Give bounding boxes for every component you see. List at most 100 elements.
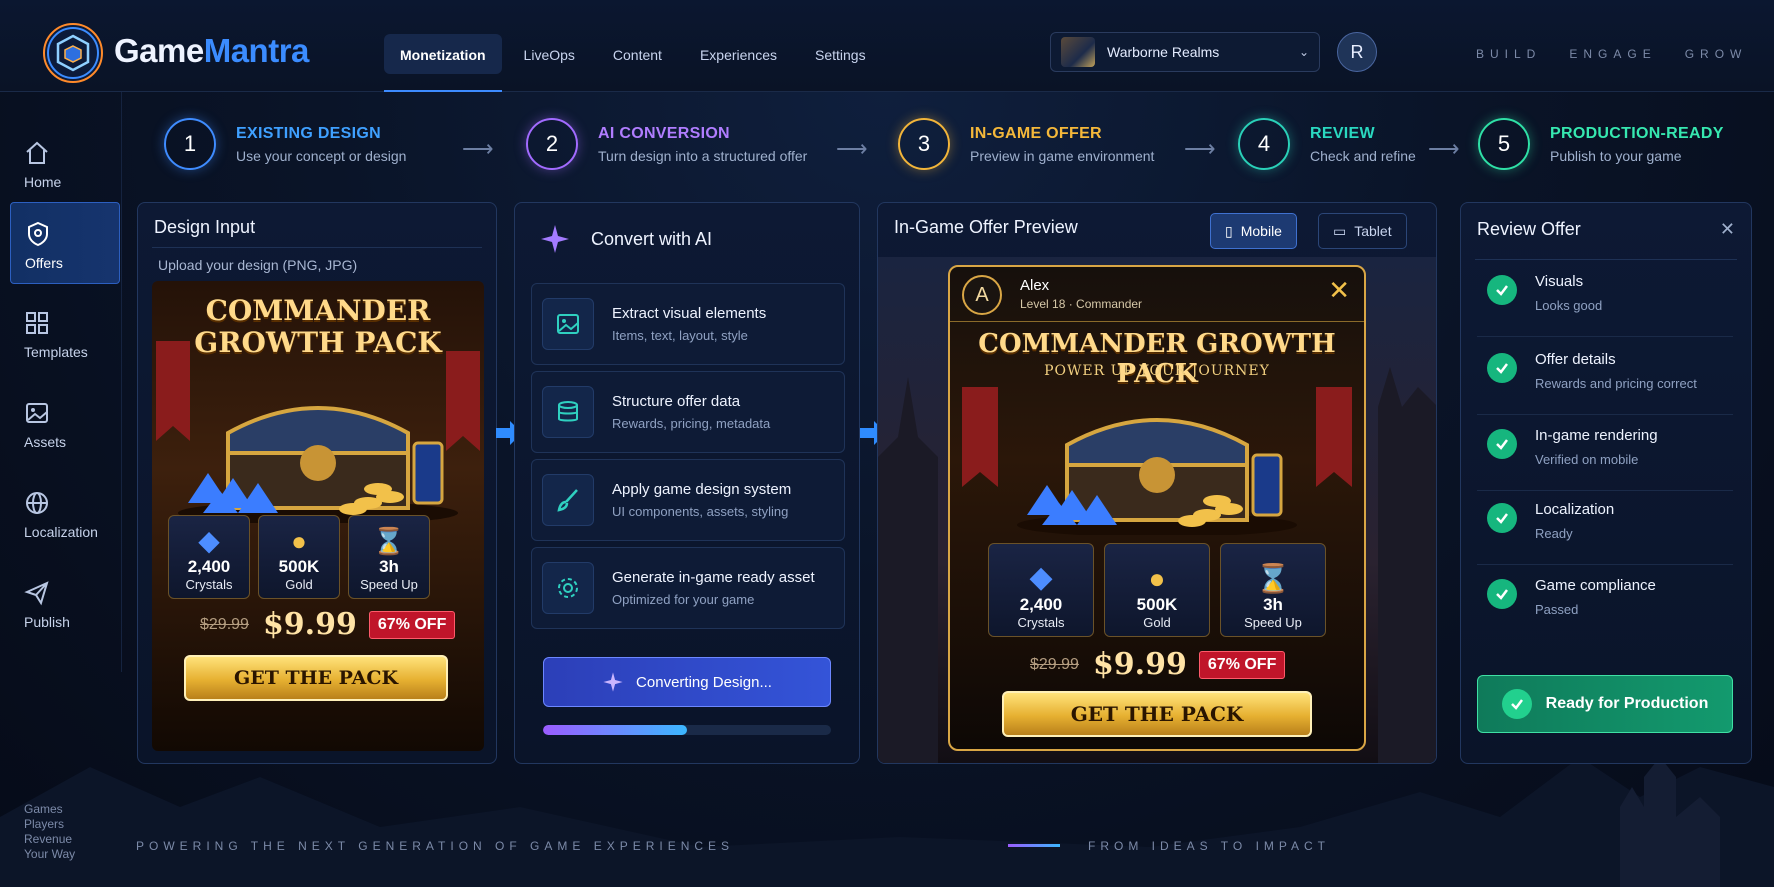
- review-item-compliance: Game compliance Passed: [1477, 565, 1733, 641]
- sidebar-item-templates[interactable]: Templates: [10, 292, 120, 374]
- panel-title: Review Offer: [1477, 219, 1581, 239]
- offer-title-line-1: COMMANDER: [205, 294, 431, 327]
- offer-preview-panel: In-Game Offer Preview ▯ Mobile ▭ Tablet A …: [877, 202, 1437, 764]
- footer-right-text: FROM IDEAS TO IMPACT: [1088, 839, 1331, 853]
- sidebar-item-offers[interactable]: Offers: [10, 202, 120, 284]
- step-subtitle: Preview in game environment: [970, 147, 1155, 164]
- reward-label: Crystals: [185, 577, 233, 592]
- step-4: 4 REVIEW Check and refine: [1238, 118, 1416, 170]
- player-avatar: A: [962, 275, 1002, 315]
- sidebar: Home Offers Templates Assets Localizatio…: [0, 92, 122, 672]
- reward-value: 2,400: [1019, 595, 1063, 614]
- discount-badge: 67% OFF: [1198, 650, 1286, 679]
- chevron-down-icon: ⌄: [1298, 45, 1309, 59]
- reward-tile-crystals: ◆ 2,400 Crystals: [168, 515, 250, 599]
- review-item-sub: Looks good: [1535, 298, 1603, 313]
- header-tagline: BUILD ENGAGE GROW: [1476, 47, 1748, 61]
- device-toggle-tablet[interactable]: ▭ Tablet: [1318, 213, 1407, 249]
- step-arrow-icon: ⟶: [462, 136, 494, 161]
- reward-label: Gold: [285, 577, 313, 592]
- footer-divider: [1008, 844, 1060, 847]
- nav-tab-content[interactable]: Content: [597, 34, 678, 74]
- ai-step-title: Generate in-game ready asset: [612, 569, 815, 586]
- sidebar-label: Offers: [25, 255, 63, 271]
- sidebar-label: Templates: [24, 344, 88, 360]
- get-the-pack-button[interactable]: GET THE PACK: [1002, 691, 1312, 737]
- sidebar-item-assets[interactable]: Assets: [10, 382, 120, 464]
- offer-subtitle: POWER UP YOUR JOURNEY: [1044, 363, 1270, 379]
- close-icon[interactable]: ✕: [1328, 275, 1350, 306]
- review-item-title: Offer details: [1535, 351, 1616, 368]
- check-icon: [1487, 429, 1517, 459]
- uploaded-design-image[interactable]: COMMANDER GROWTH PACK ◆ 2,400 Crystals ● 50…: [152, 281, 484, 751]
- nav-tab-monetization[interactable]: Monetization: [384, 34, 502, 92]
- reward-value: 2,400: [187, 557, 231, 576]
- logo-part-1: Game: [114, 32, 204, 69]
- get-the-pack-button[interactable]: GET THE PACK: [184, 655, 448, 701]
- check-icon: [1487, 353, 1517, 383]
- footer-left-text: POWERING THE NEXT GENERATION OF GAME EXP…: [136, 839, 735, 853]
- sidebar-item-publish[interactable]: Publish: [10, 562, 120, 644]
- panel-title: Convert with AI: [591, 229, 713, 249]
- ready-label: Ready for Production: [1545, 695, 1709, 712]
- workflow-steps: 1 EXISTING DESIGN Use your concept or des…: [0, 118, 1774, 178]
- step-number: 4: [1238, 118, 1290, 170]
- reward-tile-speedup: ⌛ 3h Speed Up: [348, 515, 430, 599]
- sidebar-item-localization[interactable]: Localization: [10, 472, 120, 554]
- ai-step-title: Structure offer data: [612, 393, 741, 410]
- step-subtitle: Check and refine: [1310, 147, 1416, 164]
- game-selector[interactable]: Warborne Realms ⌄: [1050, 32, 1320, 72]
- step-number: 1: [164, 118, 216, 170]
- device-toggle-mobile[interactable]: ▯ Mobile: [1210, 213, 1297, 249]
- ai-step-sub: Optimized for your game: [612, 592, 755, 607]
- step-number: 3: [898, 118, 950, 170]
- reward-value: 3h: [379, 557, 399, 576]
- ai-step-generate: Generate in-game ready asset Optimized fo…: [531, 547, 845, 629]
- panel-title: In-Game Offer Preview: [894, 217, 1078, 237]
- sparkle-icon: [603, 672, 623, 692]
- globe-icon: [26, 492, 48, 514]
- footer-small-item: Your Way: [24, 847, 76, 861]
- check-icon: [1501, 689, 1532, 719]
- user-avatar[interactable]: R: [1337, 32, 1377, 72]
- step-number: 2: [526, 118, 578, 170]
- hourglass-icon: ⌛: [1255, 563, 1291, 594]
- close-icon[interactable]: ✕: [1720, 219, 1735, 240]
- game-selector-value: Warborne Realms: [1107, 44, 1220, 60]
- nav-tab-experiences[interactable]: Experiences: [684, 34, 793, 74]
- review-item-sub: Rewards and pricing correct: [1535, 376, 1697, 391]
- step-subtitle: Turn design into a structured offer: [598, 147, 808, 164]
- ai-step-sub: UI components, assets, styling: [612, 504, 789, 519]
- ai-step-extract: Extract visual elements Items, text, layo…: [531, 283, 845, 365]
- step-title: IN-GAME OFFER: [970, 124, 1102, 142]
- step-2: 2 AI CONVERSION Turn design into a struct…: [526, 118, 807, 170]
- review-item-sub: Ready: [1535, 526, 1573, 541]
- logo-cube-icon: [43, 23, 103, 83]
- step-number: 5: [1478, 118, 1530, 170]
- step-5: 5 PRODUCTION-READY Publish to your game: [1478, 118, 1724, 170]
- top-nav: Monetization LiveOps Content Experiences…: [384, 34, 882, 92]
- step-arrow-icon: ⟶: [1428, 136, 1460, 161]
- step-subtitle: Publish to your game: [1550, 147, 1682, 164]
- sidebar-label: Assets: [24, 434, 67, 450]
- ai-step-title: Extract visual elements: [612, 305, 767, 322]
- nav-tab-settings[interactable]: Settings: [799, 34, 882, 74]
- review-item-visuals: Visuals Looks good: [1477, 261, 1733, 337]
- nav-tab-liveops[interactable]: LiveOps: [508, 34, 591, 74]
- device-label: Mobile: [1240, 223, 1282, 239]
- design-input-panel: Design Input Upload your design (PNG, JP…: [137, 202, 497, 764]
- reward-value: 3h: [1263, 595, 1283, 614]
- brush-icon: [542, 474, 594, 526]
- logo-text[interactable]: GameMantra: [114, 32, 309, 70]
- ready-for-production-button[interactable]: Ready for Production: [1477, 675, 1733, 733]
- offer-title-line-2: GROWTH PACK: [194, 326, 442, 359]
- ai-step-sub: Items, text, layout, style: [612, 328, 748, 343]
- reward-value: 500K: [278, 557, 320, 576]
- player-level: Level 18 · Commander: [1020, 297, 1143, 311]
- footer-small-item: Players: [24, 817, 65, 831]
- reward-tile-crystals: ◆ 2,400 Crystals: [988, 543, 1094, 637]
- current-price: $9.99: [1092, 647, 1187, 682]
- converting-design-button[interactable]: Converting Design...: [543, 657, 831, 707]
- step-title: PRODUCTION-READY: [1550, 124, 1724, 142]
- crystal-icon: ◆: [198, 525, 220, 556]
